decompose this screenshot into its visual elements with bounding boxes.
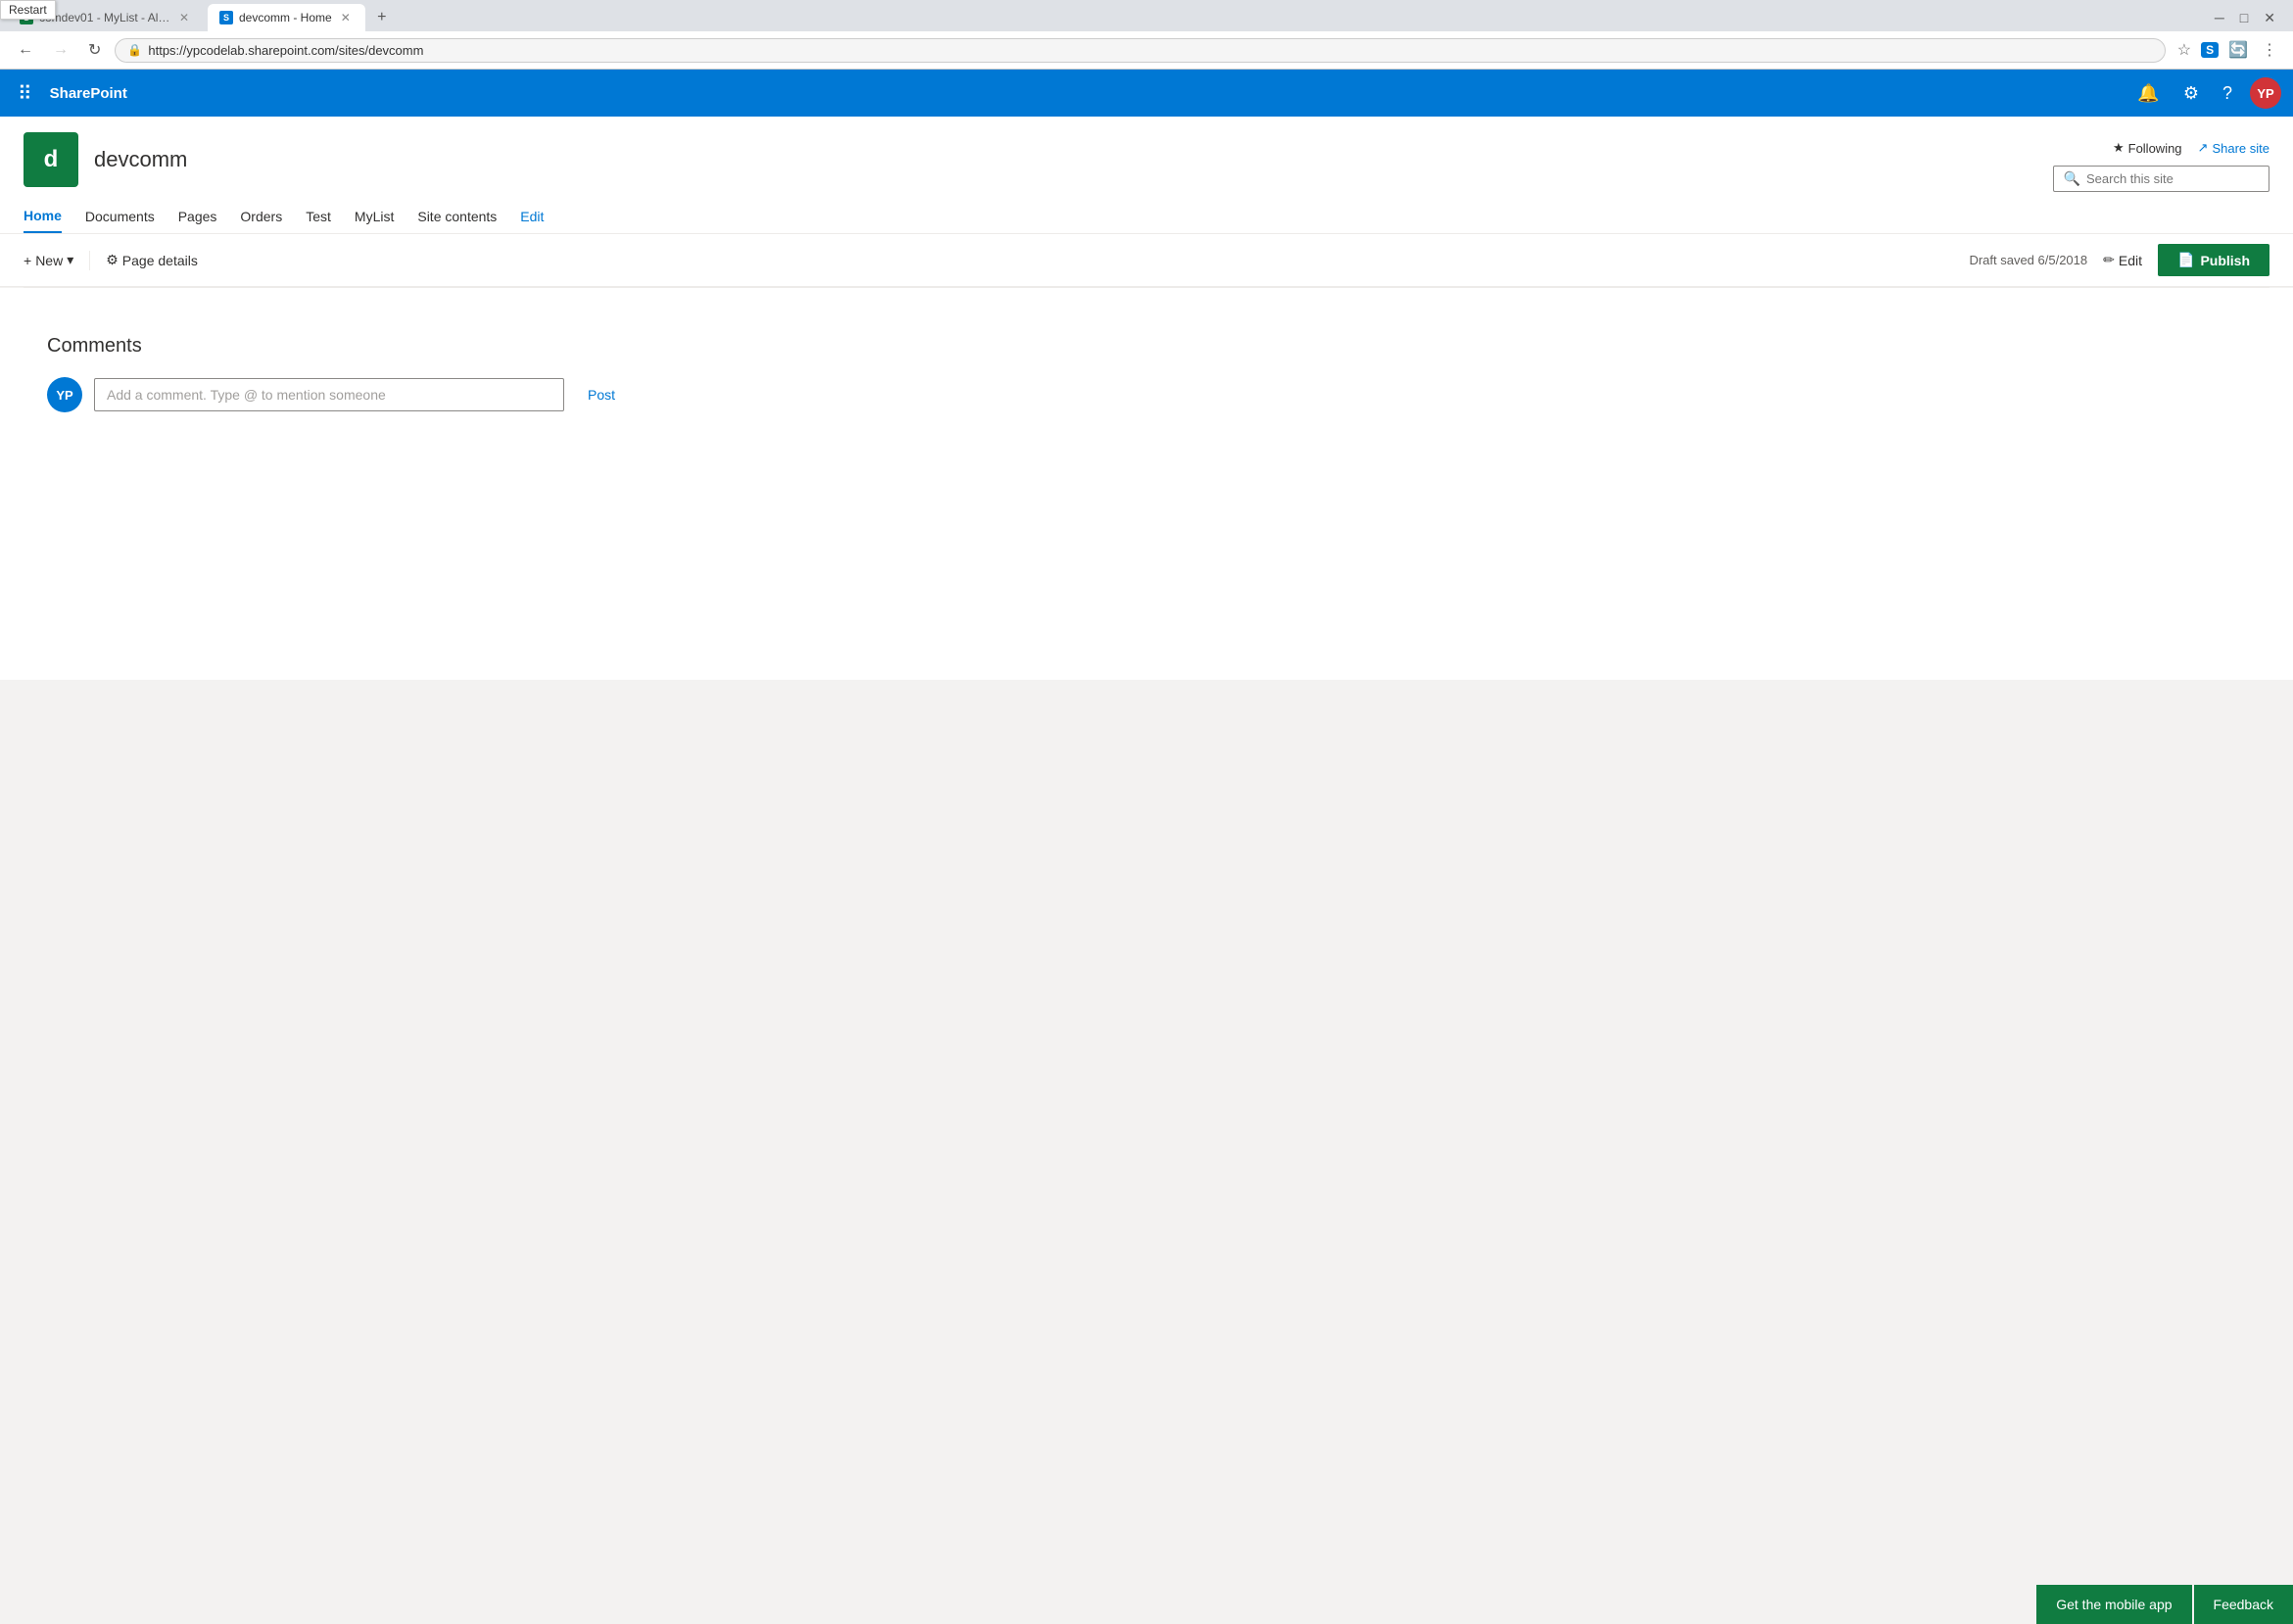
tab2-close[interactable]: ✕ [338,10,354,25]
post-button[interactable]: Post [588,387,615,403]
site-header-actions: ★ Following ↗ Share site [2113,140,2269,156]
toolbar-left: + New ▾ ⚙ Page details [24,251,198,270]
search-icon: 🔍 [2064,170,2080,187]
comment-user-avatar: YP [47,377,82,412]
mobile-app-button[interactable]: Get the mobile app [2036,1585,2191,1624]
notification-icon[interactable]: 🔔 [2131,77,2165,110]
nav-item-documents[interactable]: Documents [85,201,155,232]
gear-icon: ⚙ [106,252,119,268]
browser-addressbar: ← → ↻ 🔒 ☆ S 🔄 ⋮ [0,31,2293,70]
search-box[interactable]: 🔍 [2053,166,2269,192]
tab1-close[interactable]: ✕ [176,10,192,25]
browser-tab-2[interactable]: S devcomm - Home ✕ [208,4,365,31]
feedback-button[interactable]: Feedback [2194,1585,2293,1624]
browser-chrome: S comdev01 - MyList - All Items ✕ S devc… [0,0,2293,70]
tab2-label: devcomm - Home [239,11,332,24]
sharepoint-topbar: ⠿ SharePoint 🔔 ⚙ ? YP [0,70,2293,117]
page-details-button[interactable]: ⚙ Page details [106,252,198,268]
user-avatar[interactable]: YP [2250,77,2281,109]
site-header-top: d devcomm ★ Following ↗ Share site [24,132,2269,192]
bookmark-button[interactable]: ☆ [2174,38,2195,62]
nav-item-orders[interactable]: Orders [240,201,282,232]
comments-section: Comments YP Post [24,311,2269,436]
tab2-favicon: S [219,11,233,24]
new-button[interactable]: + New ▾ [24,252,73,268]
close-window-button[interactable]: ✕ [2258,8,2281,28]
publish-button[interactable]: 📄 Publish [2158,244,2269,276]
address-bar[interactable]: 🔒 [115,38,2165,63]
site-logo[interactable]: d [24,132,78,187]
bottom-actions: Get the mobile app Feedback [2036,1585,2293,1624]
star-icon: ★ [2113,140,2125,156]
pencil-icon: ✏ [2103,252,2115,268]
sharepoint-logo: SharePoint [50,85,127,102]
tab1-label: comdev01 - MyList - All Items [39,11,170,24]
nav-item-edit[interactable]: Edit [520,201,544,232]
search-input[interactable] [2086,171,2259,186]
reload-button[interactable]: ↻ [82,37,107,63]
nav-item-test[interactable]: Test [306,201,331,232]
settings-icon[interactable]: ⚙ [2177,77,2205,110]
plus-icon: + [24,253,31,268]
new-tab-button[interactable]: + [369,5,395,30]
comment-input-row: YP Post [47,377,2246,412]
browser-titlebar: S comdev01 - MyList - All Items ✕ S devc… [0,0,2293,31]
site-header: d devcomm ★ Following ↗ Share site [0,117,2293,234]
site-identity: d devcomm [24,132,187,187]
back-button[interactable]: ← [12,38,39,62]
comments-title: Comments [47,335,2246,358]
toolbar-divider-1 [89,251,90,270]
lock-icon: 🔒 [127,43,142,57]
nav-item-site-contents[interactable]: Site contents [417,201,497,232]
comment-input[interactable] [94,378,564,411]
maximize-button[interactable]: □ [2234,8,2254,28]
site-navigation: Home Documents Pages Orders Test MyList … [24,200,2269,233]
address-input[interactable] [148,43,2152,58]
restart-tooltip: Restart [0,0,56,20]
publish-icon: 📄 [2177,252,2194,268]
forward-button[interactable]: → [47,38,74,62]
toolbar-right: Draft saved 6/5/2018 ✏ Edit 📄 Publish [1969,244,2269,276]
site-name: devcomm [94,147,187,172]
sync-button[interactable]: 🔄 [2224,38,2252,62]
nav-item-mylist[interactable]: MyList [355,201,394,232]
waffle-icon[interactable]: ⠿ [12,75,38,112]
menu-button[interactable]: ⋮ [2258,38,2281,62]
following-button[interactable]: ★ Following [2113,140,2182,156]
page-content: Comments YP Post [0,288,2293,680]
page-toolbar: + New ▾ ⚙ Page details Draft saved 6/5/2… [0,234,2293,287]
dropdown-icon: ▾ [67,252,73,268]
edit-button[interactable]: ✏ Edit [2103,252,2142,268]
draft-saved-status: Draft saved 6/5/2018 [1969,253,2087,267]
help-icon[interactable]: ? [2217,77,2238,110]
share-icon: ↗ [2198,140,2209,156]
address-actions: ☆ S 🔄 ⋮ [2174,38,2281,62]
nav-item-home[interactable]: Home [24,200,62,233]
share-site-button[interactable]: ↗ Share site [2198,140,2269,156]
minimize-button[interactable]: ─ [2209,8,2230,28]
profile-button[interactable]: S [2201,42,2219,58]
nav-item-pages[interactable]: Pages [178,201,217,232]
